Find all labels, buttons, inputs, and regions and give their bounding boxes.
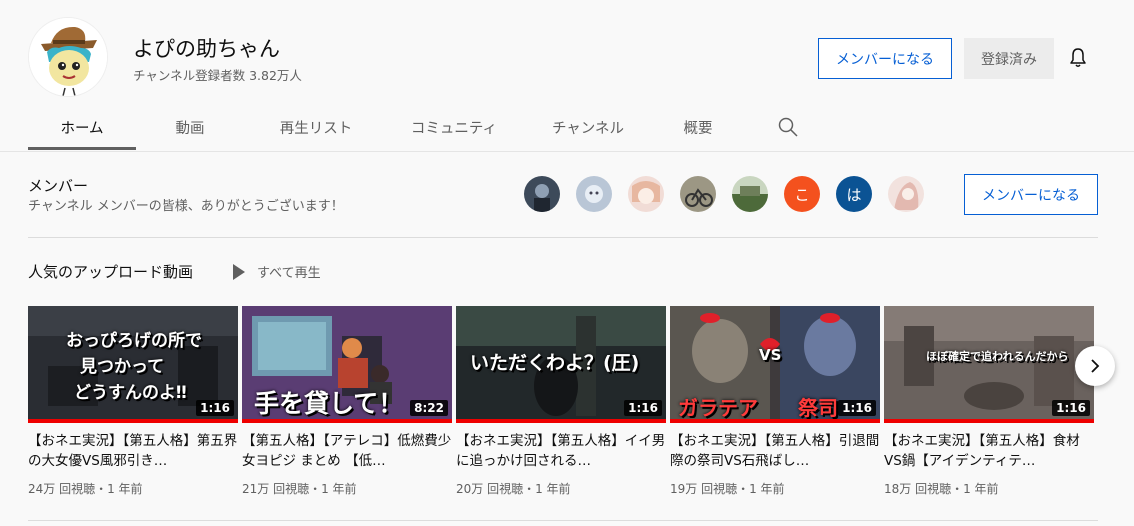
- thumbnail-caption: 手を貸して！: [254, 389, 404, 418]
- video-thumbnail[interactable]: おっぴろげの所で 見つかって どうすんのよ‼ 1:16: [28, 306, 238, 423]
- thumbnail-caption: どうすんのよ‼: [74, 383, 187, 403]
- watch-progress-bar: [670, 419, 880, 423]
- members-title: メンバー: [28, 177, 89, 195]
- tab-channels[interactable]: チャンネル: [526, 104, 650, 150]
- member-avatar[interactable]: [888, 176, 924, 212]
- video-card[interactable]: おっぴろげの所で 見つかって どうすんのよ‼ 1:16 【おネエ実況】【第五人格…: [28, 306, 238, 497]
- member-avatar[interactable]: [576, 176, 612, 212]
- next-arrow-button[interactable]: [1075, 346, 1115, 386]
- video-meta: 19万 回視聴・1 年前: [670, 482, 785, 496]
- subscribed-button[interactable]: 登録済み: [964, 38, 1054, 79]
- channel-header: よぴの助ちゃん チャンネル登録者数 3.82万人 メンバーになる 登録済み ホー…: [0, 0, 1134, 152]
- video-meta: 18万 回視聴・1 年前: [884, 482, 999, 496]
- channel-tabs: ホーム 動画 再生リスト コミュニティ チャンネル 概要: [28, 104, 738, 150]
- video-card[interactable]: いただくわよ？(圧) 1:16 【おネエ実況】【第五人格】イイ男に追っかけ回され…: [456, 306, 666, 497]
- tab-playlists[interactable]: 再生リスト: [256, 104, 376, 150]
- watch-progress-bar: [456, 419, 666, 423]
- video-card[interactable]: VS ガラテア 祭司 1:16 【おネエ実況】【第五人格】引退間際の祭司VS石飛…: [670, 306, 880, 497]
- shelf-title: 人気のアップロード動画: [28, 263, 194, 281]
- video-meta: 24万 回視聴・1 年前: [28, 482, 143, 496]
- video-duration: 1:16: [196, 400, 234, 416]
- members-description: チャンネル メンバーの皆様、ありがとうございます！: [28, 199, 344, 214]
- video-duration: 1:16: [624, 400, 662, 416]
- channel-avatar[interactable]: [28, 17, 108, 97]
- bell-icon[interactable]: [1066, 46, 1090, 70]
- video-title[interactable]: 【おネエ実況】【第五人格】第五界の大女優VS風邪引き…: [28, 431, 238, 471]
- member-avatar[interactable]: [628, 176, 664, 212]
- member-avatar[interactable]: [524, 176, 560, 212]
- video-meta: 21万 回視聴・1 年前: [242, 482, 357, 496]
- video-card[interactable]: ほぼ確定で追われるんだから 1:16 【おネエ実況】【第五人格】食材VS鍋【アイ…: [884, 306, 1094, 497]
- tab-about[interactable]: 概要: [658, 104, 738, 150]
- play-all-label: すべて再生: [257, 266, 321, 281]
- video-title[interactable]: 【おネエ実況】【第五人格】イイ男に追っかけ回される…: [456, 431, 666, 471]
- video-card[interactable]: 手を貸して！ 8:22 【第五人格】【アテレコ】低燃費少女ヨピジ まとめ 【低……: [242, 306, 452, 497]
- search-icon[interactable]: [777, 116, 799, 138]
- thumbnail-caption: 見つかって: [80, 357, 165, 377]
- join-membership-button[interactable]: メンバーになる: [818, 38, 952, 79]
- video-meta: 20万 回視聴・1 年前: [456, 482, 571, 496]
- channel-name: よぴの助ちゃん: [133, 37, 280, 61]
- video-duration: 1:16: [838, 400, 876, 416]
- member-avatar[interactable]: [680, 176, 716, 212]
- watch-progress-bar: [884, 419, 1094, 423]
- thumbnail-caption: いただくわよ？(圧): [470, 352, 640, 374]
- tab-videos[interactable]: 動画: [136, 104, 244, 150]
- thumbnail-caption: ガラテア: [678, 396, 758, 420]
- member-avatar[interactable]: こ: [784, 176, 820, 212]
- join-membership-button-secondary[interactable]: メンバーになる: [964, 174, 1098, 215]
- subscriber-count: チャンネル登録者数 3.82万人: [133, 68, 302, 83]
- members-section: メンバー チャンネル メンバーの皆様、ありがとうございます！ こ は メンバーに…: [28, 165, 1098, 238]
- channel-avatar-image: [29, 18, 107, 96]
- video-thumbnail[interactable]: VS ガラテア 祭司 1:16: [670, 306, 880, 423]
- thumbnail-caption: おっぴろげの所で: [66, 331, 202, 351]
- thumbnail-caption: 祭司: [798, 396, 838, 420]
- tab-home[interactable]: ホーム: [28, 104, 136, 150]
- chevron-right-icon: [1091, 359, 1100, 373]
- thumbnail-caption: ほぼ確定で追われるんだから: [926, 350, 1069, 363]
- video-title[interactable]: 【おネエ実況】【第五人格】食材VS鍋【アイデンティテ…: [884, 431, 1094, 471]
- video-title[interactable]: 【おネエ実況】【第五人格】引退間際の祭司VS石飛ばし…: [670, 431, 880, 471]
- play-icon: [233, 263, 245, 280]
- video-thumbnail[interactable]: 手を貸して！ 8:22: [242, 306, 452, 423]
- video-duration: 8:22: [410, 400, 448, 416]
- section-divider: [28, 520, 1098, 521]
- watch-progress-bar: [242, 419, 452, 423]
- tab-community[interactable]: コミュニティ: [382, 104, 526, 150]
- video-thumbnail[interactable]: いただくわよ？(圧) 1:16: [456, 306, 666, 423]
- member-avatar[interactable]: は: [836, 176, 872, 212]
- video-thumbnail[interactable]: ほぼ確定で追われるんだから 1:16: [884, 306, 1094, 423]
- thumbnail-caption: VS: [759, 346, 782, 364]
- play-all-button[interactable]: すべて再生: [233, 262, 321, 281]
- video-duration: 1:16: [1052, 400, 1090, 416]
- member-avatar[interactable]: [732, 176, 768, 212]
- video-title[interactable]: 【第五人格】【アテレコ】低燃費少女ヨピジ まとめ 【低…: [242, 431, 452, 471]
- watch-progress-bar: [28, 419, 238, 423]
